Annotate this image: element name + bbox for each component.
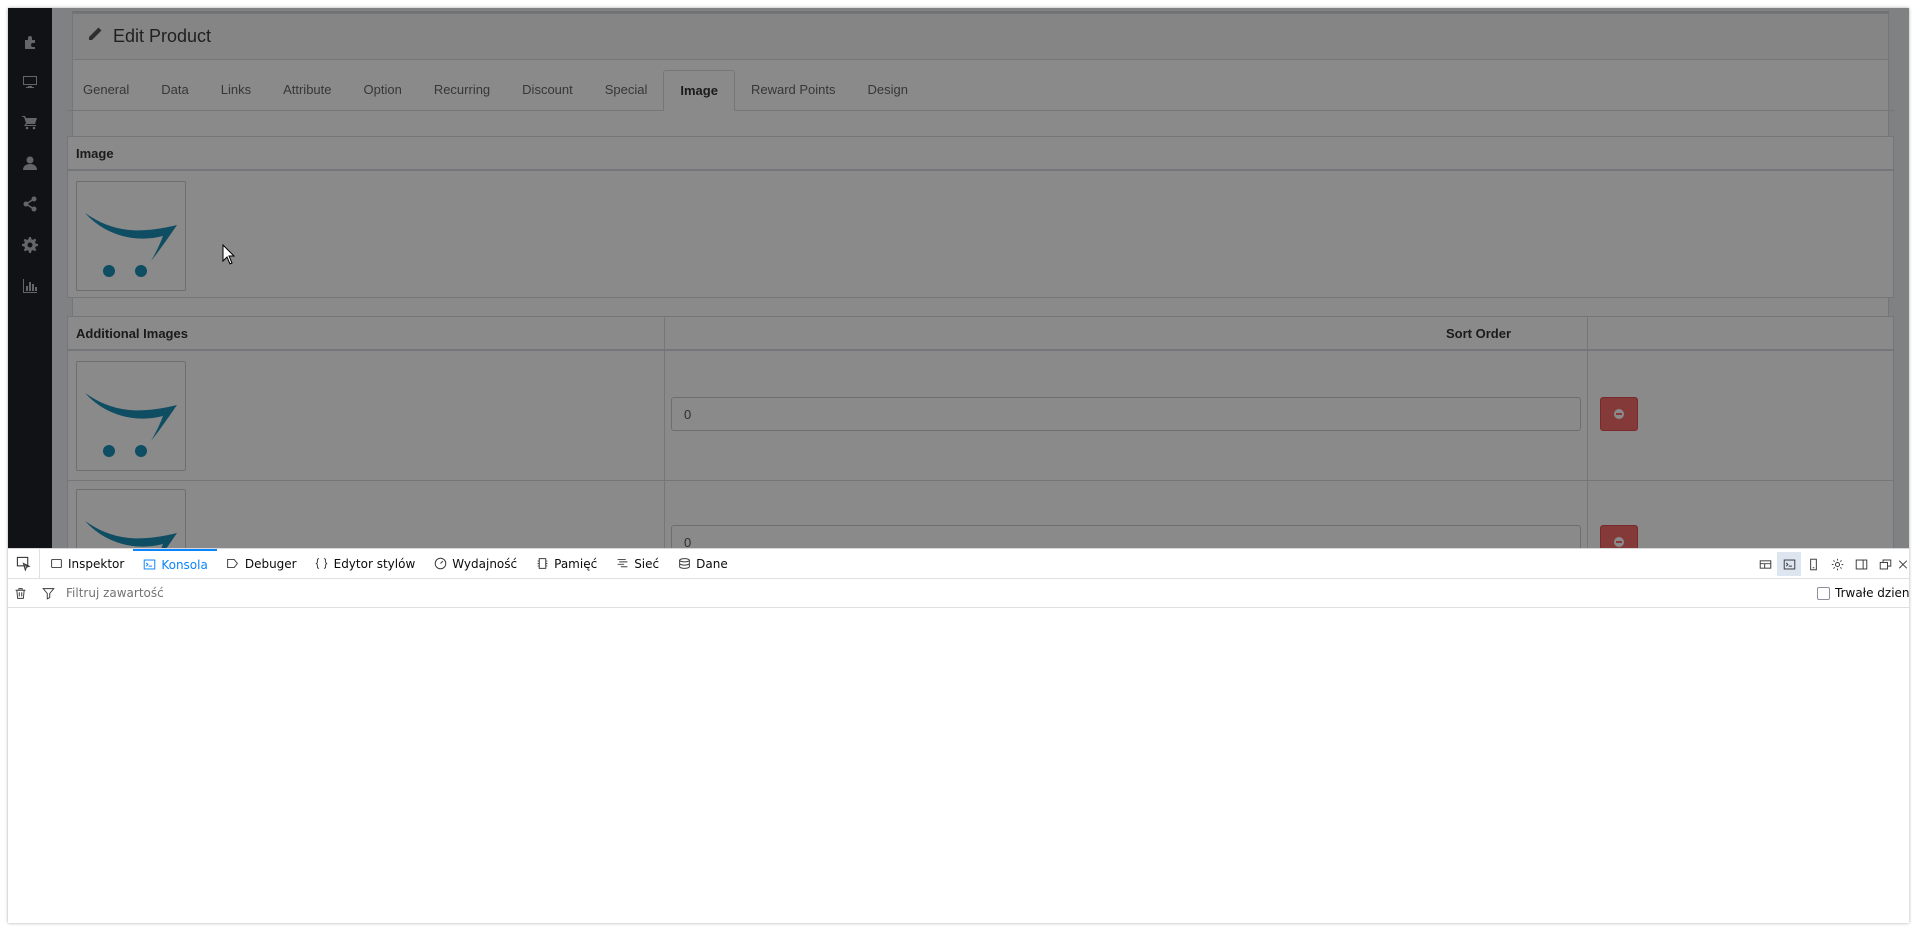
persist-logs-label: Trwałe dzienniki [1835, 586, 1909, 600]
performance-icon [433, 557, 447, 571]
element-picker-button[interactable] [8, 548, 40, 579]
console-icon [142, 558, 156, 572]
devtools-tab-label: Debuger [244, 556, 297, 571]
devtools-tab-label: Wydajność [452, 556, 518, 571]
trash-icon[interactable] [14, 587, 32, 600]
devtools-tabs: Inspektor Konsola Debuger Edytor stylów Wyda… [40, 548, 737, 579]
network-icon [615, 557, 629, 571]
devtools-tab-label: Edytor stylów [333, 556, 416, 571]
persist-logs-checkbox[interactable] [1817, 586, 1830, 600]
devtools-tab-label: Sieć [634, 556, 660, 571]
devtools-tab-label: Pamięć [554, 556, 598, 571]
debugger-icon [226, 557, 240, 571]
close-icon [1898, 559, 1908, 569]
devtools-tab-console[interactable]: Konsola [133, 548, 217, 579]
console-output[interactable] [8, 609, 1909, 923]
devtools-tab-label: Dane [696, 556, 728, 571]
window-icon [1879, 559, 1891, 569]
devtools-tab-inspector[interactable]: Inspektor [40, 549, 133, 579]
page-dim-overlay [8, 8, 1909, 548]
console-filter-bar: Trwałe dzienniki [8, 579, 1909, 608]
devtools-tab-debugger[interactable]: Debuger [217, 549, 306, 579]
dock-side-button[interactable] [1849, 552, 1873, 576]
split-console-button[interactable] [1777, 552, 1801, 576]
settings-button[interactable] [1825, 552, 1849, 576]
mobile-icon [1809, 558, 1817, 570]
devtools-tab-performance[interactable]: Wydajność [424, 549, 526, 579]
devtools-tab-network[interactable]: Sieć [606, 549, 668, 579]
storage-icon [677, 557, 691, 571]
responsive-design-button[interactable] [1753, 552, 1777, 576]
inspector-icon [49, 557, 63, 571]
console-filter-input[interactable] [66, 586, 466, 600]
devtools-tab-style-editor[interactable]: Edytor stylów [306, 549, 425, 579]
element-picker-icon [16, 556, 31, 571]
devtools-toolbar-right [1753, 549, 1909, 579]
admin-page: Edit Product General Data Links Attribute Op… [8, 8, 1909, 548]
filter-icon [42, 587, 60, 600]
dock-side-icon [1855, 559, 1867, 569]
console-toggle-icon [1783, 559, 1795, 569]
style-editor-icon [315, 557, 329, 571]
separate-window-button[interactable] [1873, 552, 1897, 576]
devtools-tab-label: Konsola [161, 557, 208, 572]
devtools-panel: Inspektor Konsola Debuger Edytor stylów Wyda… [8, 548, 1909, 923]
mouse-cursor-icon [222, 244, 236, 265]
devtools-toolbar: Inspektor Konsola Debuger Edytor stylów Wyda… [8, 548, 1909, 579]
devtools-tab-memory[interactable]: Pamięć [526, 549, 606, 579]
devtools-tab-label: Inspektor [68, 556, 125, 571]
memory-icon [535, 557, 549, 571]
browser-window: Edit Product General Data Links Attribute Op… [8, 8, 1909, 923]
mobile-view-button[interactable] [1801, 552, 1825, 576]
gear-icon [1831, 558, 1843, 570]
devtools-tab-storage[interactable]: Dane [668, 549, 737, 579]
persist-logs-toggle[interactable]: Trwałe dzienniki [1817, 586, 1909, 600]
layout-icon [1759, 559, 1771, 569]
close-devtools-button[interactable] [1897, 552, 1909, 576]
